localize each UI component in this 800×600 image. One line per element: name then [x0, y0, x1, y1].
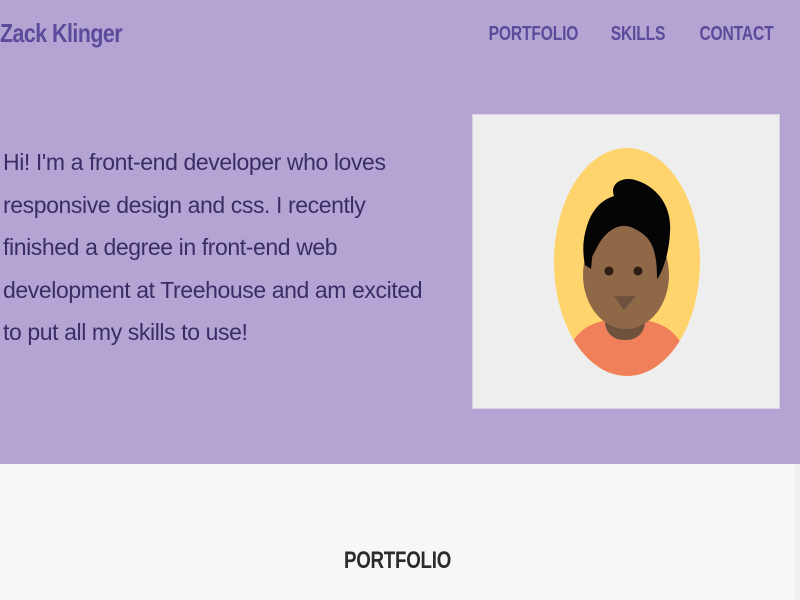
avatar-card [472, 114, 780, 409]
site-header: Zack Klinger PORTFOLIO SKILLS CONTACT [0, 0, 800, 70]
main-nav: PORTFOLIO SKILLS CONTACT [476, 20, 784, 48]
nav-contact[interactable]: CONTACT [700, 20, 774, 48]
portfolio-section: PORTFOLIO [0, 464, 800, 600]
section-divider [795, 464, 800, 600]
nav-portfolio[interactable]: PORTFOLIO [489, 20, 579, 48]
nav-skills[interactable]: SKILLS [611, 20, 666, 48]
brand-link[interactable]: Zack Klinger [0, 16, 123, 50]
portfolio-title: PORTFOLIO [343, 546, 452, 574]
intro-text: Hi! I'm a front-end developer who loves … [3, 149, 423, 345]
avatar-icon [554, 148, 700, 376]
page: Zack Klinger PORTFOLIO SKILLS CONTACT Hi… [0, 0, 800, 600]
